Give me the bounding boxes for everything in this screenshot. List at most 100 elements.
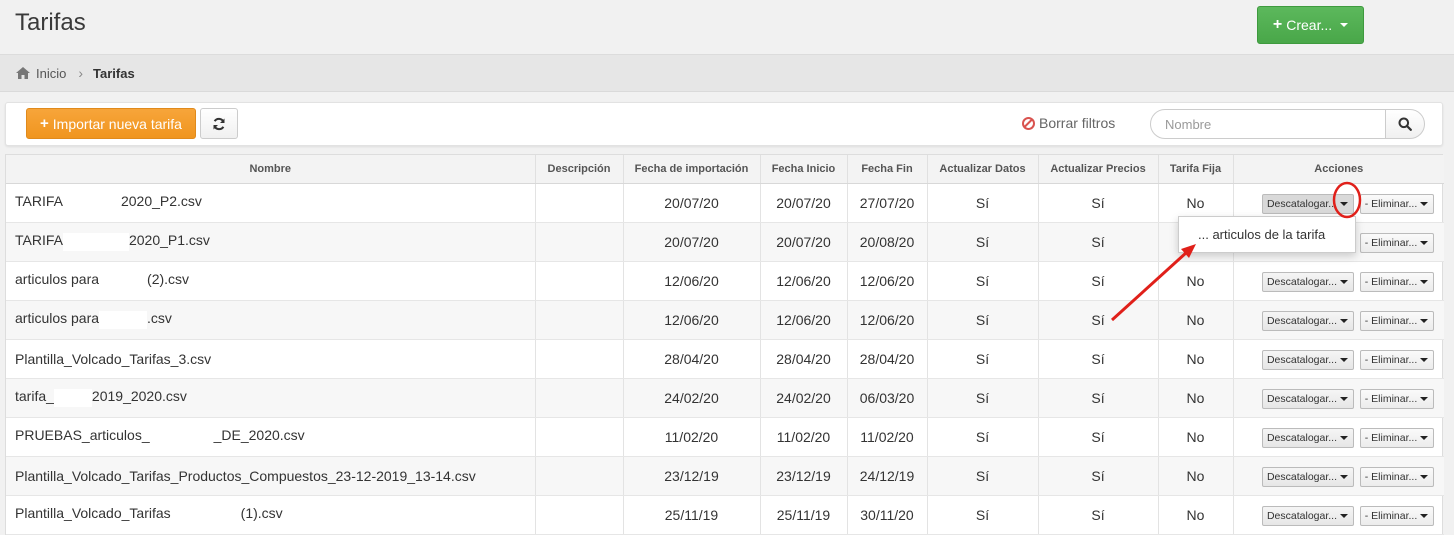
discontinue-button[interactable]: Descatalogar...: [1261, 193, 1354, 214]
caret-down-icon: [1420, 279, 1429, 284]
discontinue-label: Descatalogar...: [1266, 509, 1338, 522]
import-tariff-label: Importar nueva tarifa: [52, 115, 182, 132]
cell-fixed-tariff: No: [1158, 339, 1234, 379]
caret-down-icon: [1420, 318, 1429, 323]
cell-actions: Descatalogar... - Eliminar...: [1233, 417, 1444, 457]
delete-label: - Eliminar...: [1364, 509, 1418, 522]
cell-fixed-tariff: No: [1158, 456, 1234, 496]
column-header[interactable]: Fecha Fin: [847, 155, 928, 184]
search-icon: [1398, 117, 1412, 131]
cell-actions: Descatalogar... - Eliminar...: [1233, 456, 1444, 496]
column-header[interactable]: Fecha Inicio: [760, 155, 848, 184]
delete-label: - Eliminar...: [1364, 275, 1418, 288]
delete-button[interactable]: - Eliminar...: [1359, 388, 1434, 409]
delete-button[interactable]: - Eliminar...: [1359, 466, 1434, 487]
cell-name: articulos para (2).csv: [6, 261, 536, 301]
name-part: TARIFA: [15, 193, 63, 210]
cell-import-date: 25/11/19: [623, 495, 761, 535]
name-part: articulos para: [15, 271, 100, 288]
cell-update-data: Sí: [927, 417, 1039, 457]
name-part: PRUEBAS_articulos_: [15, 427, 150, 444]
cell-start-date: 20/07/20: [760, 222, 848, 262]
clear-filters-link[interactable]: Borrar filtros: [1022, 115, 1115, 131]
caret-down-icon: [1420, 513, 1429, 518]
caret-down-icon: [1340, 23, 1349, 27]
discontinue-label: Descatalogar...: [1266, 197, 1338, 210]
top-bar: Tarifas + Crear...: [0, 0, 1454, 55]
home-icon: [16, 67, 30, 79]
column-header: Acciones: [1233, 155, 1444, 184]
name-part: .csv: [147, 310, 172, 327]
refresh-button[interactable]: [200, 108, 238, 139]
redacted-block: [149, 427, 214, 446]
refresh-icon: [213, 117, 225, 130]
breadcrumb-home[interactable]: Inicio: [15, 66, 66, 81]
discontinue-button[interactable]: Descatalogar...: [1261, 388, 1354, 409]
cell-name: PRUEBAS_articulos_ _DE_2020.csv: [6, 417, 536, 457]
discontinue-label: Descatalogar...: [1266, 470, 1338, 483]
delete-label: - Eliminar...: [1364, 353, 1418, 366]
delete-button[interactable]: - Eliminar...: [1359, 310, 1434, 331]
breadcrumb-home-label: Inicio: [36, 65, 67, 81]
discontinue-button[interactable]: Descatalogar...: [1261, 310, 1354, 331]
create-button[interactable]: + Crear...: [1257, 6, 1364, 44]
delete-label: - Eliminar...: [1364, 314, 1418, 327]
table-row: PRUEBAS_articulos_ _DE_2020.csv 11/02/20 …: [6, 417, 1444, 457]
discontinue-label: Descatalogar...: [1266, 431, 1338, 444]
cell-update-data: Sí: [927, 339, 1039, 379]
column-header[interactable]: Descripción: [535, 155, 624, 184]
cell-description: [535, 300, 624, 340]
cell-update-prices: Sí: [1038, 339, 1159, 379]
column-header[interactable]: Fecha de importación: [623, 155, 761, 184]
discontinue-label: Descatalogar...: [1266, 353, 1338, 366]
cell-name: tarifa_ 2019_2020.csv: [6, 378, 536, 418]
cell-start-date: 12/06/20: [760, 300, 848, 340]
column-header[interactable]: Actualizar Precios: [1038, 155, 1159, 184]
delete-button[interactable]: - Eliminar...: [1359, 271, 1434, 292]
cell-description: [535, 261, 624, 301]
caret-down-icon: [1420, 201, 1429, 206]
import-tariff-button[interactable]: + Importar nueva tarifa: [26, 108, 196, 139]
cell-update-prices: Sí: [1038, 495, 1159, 535]
cell-start-date: 23/12/19: [760, 456, 848, 496]
caret-down-icon: [1420, 357, 1429, 362]
delete-button[interactable]: - Eliminar...: [1359, 505, 1434, 526]
cell-update-data: Sí: [927, 456, 1039, 496]
cell-description: [535, 183, 624, 223]
redacted-block: [62, 232, 129, 251]
caret-down-icon: [1420, 474, 1429, 479]
cell-actions: Descatalogar... - Eliminar...: [1233, 300, 1444, 340]
delete-button[interactable]: - Eliminar...: [1359, 427, 1434, 448]
column-header[interactable]: Nombre: [6, 155, 536, 184]
page-title: Tarifas: [15, 9, 86, 36]
column-header[interactable]: Actualizar Datos: [927, 155, 1039, 184]
cell-start-date: 12/06/20: [760, 261, 848, 301]
table-header-row: Nombre Descripción Fecha de importación …: [6, 155, 1444, 184]
cell-import-date: 12/06/20: [623, 300, 761, 340]
cell-end-date: 24/12/19: [847, 456, 928, 496]
delete-button[interactable]: - Eliminar...: [1359, 349, 1434, 370]
discontinue-label: Descatalogar...: [1266, 275, 1338, 288]
delete-button[interactable]: - Eliminar...: [1359, 232, 1434, 253]
discontinue-button[interactable]: Descatalogar...: [1261, 271, 1354, 292]
search-input[interactable]: [1150, 109, 1386, 139]
cell-name: TARIFA 2020_P1.csv: [6, 222, 536, 262]
cell-update-data: Sí: [927, 183, 1039, 223]
cell-end-date: 12/06/20: [847, 300, 928, 340]
discontinue-button[interactable]: Descatalogar...: [1261, 349, 1354, 370]
name-part: tarifa_: [15, 388, 54, 405]
search-button[interactable]: [1385, 109, 1425, 139]
plus-icon: +: [40, 115, 49, 132]
column-header[interactable]: Tarifa Fija: [1158, 155, 1234, 184]
discontinue-button[interactable]: Descatalogar...: [1261, 427, 1354, 448]
ban-icon: [1022, 116, 1035, 130]
cell-update-prices: Sí: [1038, 183, 1159, 223]
cell-description: [535, 495, 624, 535]
cell-description: [535, 456, 624, 496]
delete-button[interactable]: - Eliminar...: [1359, 193, 1434, 214]
cell-update-prices: Sí: [1038, 378, 1159, 418]
cell-import-date: 12/06/20: [623, 261, 761, 301]
discontinue-dropdown-item[interactable]: ... articulos de la tarifa: [1178, 216, 1356, 253]
discontinue-button[interactable]: Descatalogar...: [1261, 466, 1354, 487]
discontinue-button[interactable]: Descatalogar...: [1261, 505, 1354, 526]
